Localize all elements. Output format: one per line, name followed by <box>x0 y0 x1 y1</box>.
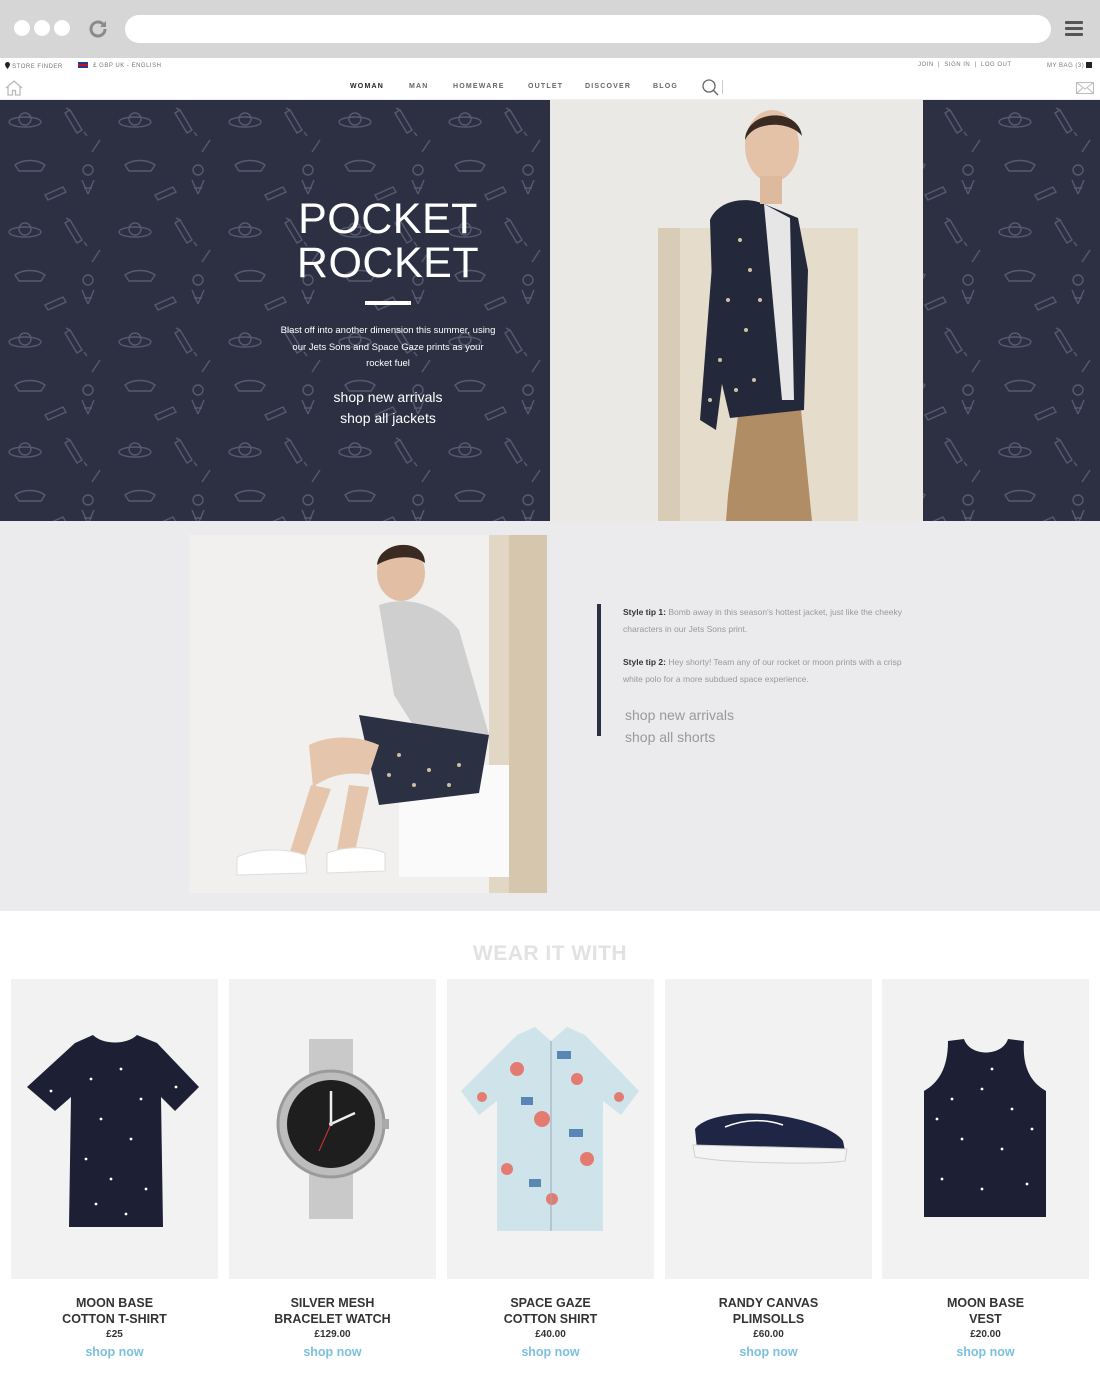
product-price: £129.00 <box>314 1329 351 1340</box>
hero-divider <box>365 301 411 305</box>
product-image[interactable] <box>229 979 436 1279</box>
product-card[interactable]: RANDY CANVAS PLIMSOLLS £60.00 shop now <box>665 979 872 1362</box>
product-name-line: BRACELET WATCH <box>274 1312 391 1326</box>
shop-new-arrivals-link[interactable]: shop new arrivals <box>625 704 917 726</box>
product-name: MOON BASE COTTON T-SHIRT <box>11 1295 218 1327</box>
product-name-line: RANDY CANVAS <box>718 1296 819 1310</box>
product-image[interactable] <box>882 979 1089 1279</box>
shop-all-shorts-link[interactable]: shop all shorts <box>625 726 917 748</box>
style-tip-2: Style tip 2: Hey shorty! Team any of our… <box>623 654 917 687</box>
my-bag-label: MY BAG (3) <box>1047 63 1085 69</box>
product-name-line: SPACE GAZE <box>510 1296 591 1310</box>
product-name-line: COTTON SHIRT <box>503 1312 598 1326</box>
nav-item-outlet[interactable]: OUTLET <box>528 83 563 90</box>
nav-item-discover[interactable]: DISCOVER <box>585 83 631 90</box>
product-image[interactable] <box>665 979 872 1279</box>
address-bar[interactable] <box>125 15 1051 43</box>
nav-item-man[interactable]: MAN <box>409 83 429 90</box>
sign-in-link[interactable]: SIGN IN <box>944 62 970 68</box>
hero-description: Blast off into another dimension this su… <box>280 325 496 369</box>
product-card[interactable]: SILVER MESH BRACELET WATCH £129.00 shop … <box>229 979 436 1362</box>
shop-now-link[interactable]: shop now <box>665 1343 872 1362</box>
product-name: RANDY CANVAS PLIMSOLLS <box>665 1295 872 1327</box>
shop-now-link[interactable]: shop now <box>11 1343 218 1362</box>
style-tip-label: Style tip 1: <box>623 607 666 617</box>
my-bag-link[interactable]: MY BAG (3) <box>1047 62 1093 69</box>
product-name-line: VEST <box>969 1312 1002 1326</box>
reload-icon[interactable] <box>86 17 110 41</box>
hero-copy: POCKET ROCKET Blast off into another dim… <box>280 197 496 429</box>
shop-all-jackets-link[interactable]: shop all jackets <box>280 408 496 429</box>
vest-icon <box>924 1039 1046 1217</box>
mail-icon[interactable] <box>1076 82 1094 94</box>
store-finder-label: STORE FINDER <box>12 64 63 70</box>
product-card[interactable]: MOON BASE COTTON T-SHIRT £25 shop now <box>11 979 218 1362</box>
shop-now-link[interactable]: shop now <box>229 1343 436 1362</box>
model-jacket-illustration <box>550 100 923 521</box>
store-finder-link[interactable]: STORE FINDER <box>5 62 63 70</box>
product-name: SPACE GAZE COTTON SHIRT <box>447 1295 654 1327</box>
style-tip-1: Style tip 1: Bomb away in this season's … <box>623 604 917 637</box>
separator: | <box>935 62 943 68</box>
home-icon[interactable] <box>5 80 23 96</box>
product-price: £20.00 <box>970 1329 1001 1340</box>
account-links: JOIN | SIGN IN | LOG OUT <box>918 62 1012 68</box>
browser-menu-icon[interactable] <box>1065 21 1083 37</box>
tips-links: shop new arrivals shop all shorts <box>625 704 917 748</box>
separator: | <box>972 62 979 68</box>
product-name-line: SILVER MESH <box>290 1296 375 1310</box>
product-name: SILVER MESH BRACELET WATCH <box>229 1295 436 1327</box>
join-link[interactable]: JOIN <box>918 62 934 68</box>
product-price: £25 <box>106 1329 123 1340</box>
main-navigation: WOMAN MAN HOMEWARE OUTLET DISCOVER BLOG <box>0 74 1100 100</box>
hero-banner: POCKET ROCKET Blast off into another dim… <box>0 100 1100 521</box>
hero-model-photo[interactable] <box>550 100 923 521</box>
log-out-link[interactable]: LOG OUT <box>981 62 1012 68</box>
product-price: £40.00 <box>535 1329 566 1340</box>
style-tip-label: Style tip 2: <box>623 657 666 667</box>
model-shorts-illustration <box>189 535 547 893</box>
shop-new-arrivals-link[interactable]: shop new arrivals <box>280 387 496 408</box>
window-dot-icon[interactable] <box>34 20 50 36</box>
hero-links: shop new arrivals shop all jackets <box>280 387 496 429</box>
browser-chrome <box>0 0 1100 58</box>
product-image[interactable] <box>447 979 654 1279</box>
product-image[interactable] <box>11 979 218 1279</box>
style-tips-section: Style tip 1: Bomb away in this season's … <box>0 521 1100 911</box>
product-name-line: MOON BASE <box>75 1296 154 1310</box>
window-dot-icon[interactable] <box>14 20 30 36</box>
uk-flag-icon <box>78 62 88 68</box>
product-name-line: MOON BASE <box>946 1296 1025 1310</box>
shop-now-link[interactable]: shop now <box>447 1343 654 1362</box>
nav-item-woman[interactable]: WOMAN <box>350 83 384 90</box>
hero-title: POCKET ROCKET <box>280 197 496 285</box>
product-name: MOON BASE VEST <box>882 1295 1089 1327</box>
shirt-icon <box>461 1027 639 1231</box>
bag-icon <box>1086 62 1093 68</box>
nav-item-homeware[interactable]: HOMEWARE <box>453 83 505 90</box>
window-dot-icon[interactable] <box>54 20 70 36</box>
nav-item-blog[interactable]: BLOG <box>653 83 678 90</box>
nav-divider <box>722 80 723 94</box>
tshirt-icon <box>27 1035 199 1227</box>
tips-accent-bar <box>597 604 601 736</box>
style-tips: Style tip 1: Bomb away in this season's … <box>597 604 917 748</box>
currency-selector[interactable]: £ GBP UK - ENGLISH <box>78 62 161 69</box>
plimsolls-icon <box>692 1113 848 1164</box>
currency-label: £ GBP UK - ENGLISH <box>93 63 162 69</box>
product-card[interactable]: SPACE GAZE COTTON SHIRT £40.00 shop now <box>447 979 654 1362</box>
watch-icon <box>276 1039 389 1219</box>
utility-bar: STORE FINDER £ GBP UK - ENGLISH JOIN | S… <box>0 58 1100 74</box>
product-name-line: COTTON T-SHIRT <box>62 1312 167 1326</box>
wear-it-with-heading: WEAR IT WITH <box>472 942 628 965</box>
hero-title-line: POCKET <box>298 195 478 243</box>
product-price: £60.00 <box>753 1329 784 1340</box>
location-pin-icon <box>5 62 10 69</box>
hero-title-line: ROCKET <box>296 239 480 287</box>
product-card[interactable]: MOON BASE VEST £20.00 shop now <box>882 979 1089 1362</box>
shorts-model-photo[interactable] <box>189 535 547 893</box>
search-icon[interactable] <box>701 78 719 96</box>
product-name-line: PLIMSOLLS <box>732 1312 805 1326</box>
shop-now-link[interactable]: shop now <box>882 1343 1089 1362</box>
